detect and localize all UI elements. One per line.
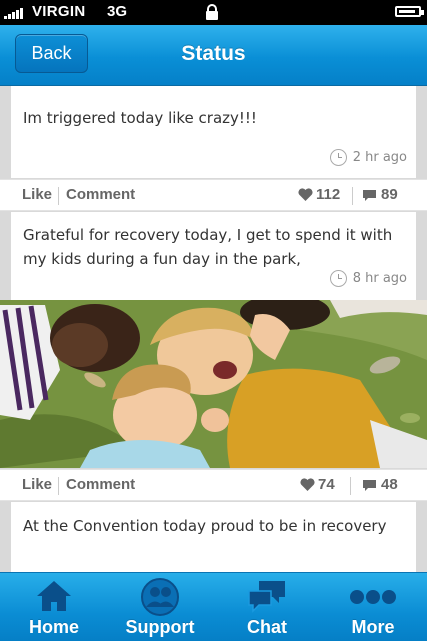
post-timestamp: 8 hr ago <box>329 270 407 287</box>
like-count-value: 112 <box>316 186 341 203</box>
like-button[interactable]: Like <box>22 476 52 493</box>
clock-icon <box>329 149 347 166</box>
heart-icon <box>298 188 313 201</box>
post-photo[interactable] <box>0 300 427 468</box>
more-dots-icon <box>349 589 397 609</box>
comment-button[interactable]: Comment <box>66 476 135 493</box>
post-actions: Like Comment 74 48 <box>0 469 427 501</box>
tab-label: Home <box>28 617 79 637</box>
divider <box>350 477 351 495</box>
like-count[interactable]: 112 <box>298 186 340 203</box>
post-card[interactable]: At the Convention today proud to be in r… <box>11 502 416 572</box>
like-count[interactable]: 74 <box>300 476 335 493</box>
signal-strength-icon <box>4 7 23 19</box>
post-time: 2 hr ago <box>352 150 407 165</box>
tab-home[interactable]: Home <box>4 573 104 641</box>
comment-count[interactable]: 89 <box>362 186 398 203</box>
comment-count-value: 89 <box>381 186 398 203</box>
clock-icon <box>329 270 347 287</box>
comment-count[interactable]: 48 <box>362 476 398 493</box>
speech-bubble-icon <box>362 189 377 201</box>
like-button[interactable]: Like <box>22 186 52 203</box>
divider <box>58 477 59 495</box>
tab-label: Chat <box>247 617 287 637</box>
navigation-bar: Back Status <box>0 25 427 86</box>
divider <box>352 187 353 205</box>
post-card[interactable]: Im triggered today like crazy!!! 2 hr ag… <box>11 86 416 178</box>
post-card[interactable]: Grateful for recovery today, I get to sp… <box>11 212 416 300</box>
tab-support[interactable]: Support <box>110 573 210 641</box>
tab-chat[interactable]: Chat <box>217 573 317 641</box>
post-text: At the Convention today proud to be in r… <box>23 517 387 535</box>
page-title: Status <box>181 42 246 65</box>
support-group-icon <box>140 577 180 621</box>
post-text: Grateful for recovery today, I get to sp… <box>23 226 393 268</box>
divider <box>58 187 59 205</box>
post-time: 8 hr ago <box>352 271 407 286</box>
lock-icon <box>205 4 219 24</box>
post-text: Im triggered today like crazy!!! <box>23 109 257 127</box>
comment-button[interactable]: Comment <box>66 186 135 203</box>
tab-bar: Home Support Chat More <box>0 572 427 641</box>
comment-count-value: 48 <box>381 476 398 493</box>
tab-label: More <box>351 617 395 637</box>
home-icon <box>35 579 73 617</box>
tab-label: Support <box>125 617 195 637</box>
network-type: 3G <box>107 3 128 20</box>
post-timestamp: 2 hr ago <box>329 149 407 166</box>
battery-icon <box>395 6 424 17</box>
status-bar: VIRGIN 3G <box>0 0 427 25</box>
speech-bubble-icon <box>362 479 377 491</box>
carrier-name: VIRGIN <box>32 3 86 20</box>
post-actions: Like Comment 112 89 <box>0 179 427 211</box>
tab-more[interactable]: More <box>323 573 423 641</box>
heart-icon <box>300 478 315 491</box>
like-count-value: 74 <box>318 476 335 493</box>
chat-icon <box>247 579 287 619</box>
